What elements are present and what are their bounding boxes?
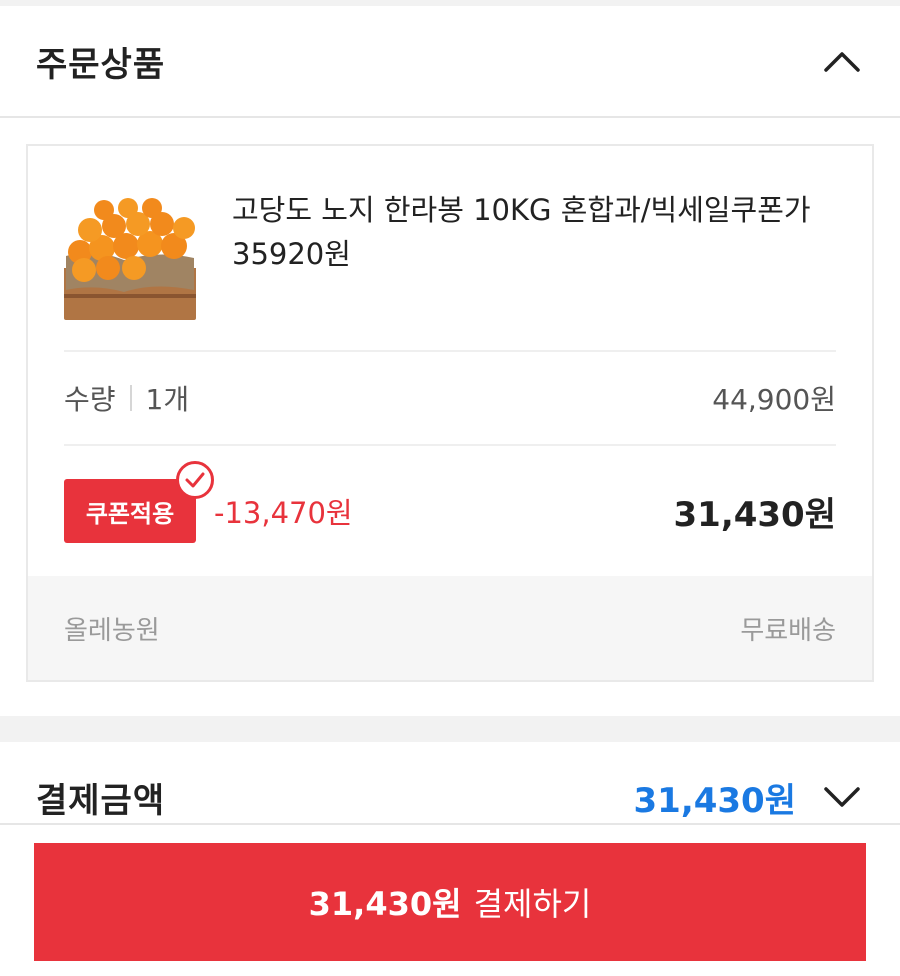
pay-button-amount: 31,430원 <box>308 885 462 923</box>
shipping-info: 무료배송 <box>740 615 836 646</box>
final-price: 31,430원 <box>673 494 836 535</box>
quantity-label: 수량 <box>64 383 116 416</box>
chevron-down-icon[interactable] <box>822 777 862 817</box>
quantity-row: 수량 1개 44,900원 <box>64 352 836 446</box>
check-circle-icon <box>176 461 214 499</box>
order-items-title: 주문상품 <box>36 44 166 85</box>
product-name[interactable]: 고당도 노지 한라봉 10KG 혼합과/빅세일쿠폰가 35920원 <box>232 188 836 320</box>
product-thumbnail[interactable] <box>64 198 196 320</box>
order-items-header[interactable]: 주문상품 <box>0 6 900 118</box>
coupon-applied-label: 쿠폰적용 <box>85 499 175 528</box>
seller-name[interactable]: 올레농원 <box>64 610 160 647</box>
checkout-bar: 31,430원 결제하기 <box>0 823 900 976</box>
payment-amount-title: 결제금액 <box>36 780 166 821</box>
product-card: 고당도 노지 한라봉 10KG 혼합과/빅세일쿠폰가 35920원 수량 1개 … <box>26 144 874 682</box>
coupon-applied-button[interactable]: 쿠폰적용 <box>64 461 214 543</box>
seller-row: 올레농원 무료배송 <box>28 576 872 680</box>
order-items-list: 고당도 노지 한라봉 10KG 혼합과/빅세일쿠폰가 35920원 수량 1개 … <box>0 118 900 716</box>
pay-button-label: 결제하기 <box>473 885 592 923</box>
product-info[interactable]: 고당도 노지 한라봉 10KG 혼합과/빅세일쿠폰가 35920원 <box>64 146 836 352</box>
original-price: 44,900원 <box>712 383 836 416</box>
payment-total: 31,430원 <box>633 780 796 821</box>
quantity-value: 1개 <box>145 383 190 416</box>
chevron-up-icon[interactable] <box>822 41 862 81</box>
section-divider <box>0 716 900 742</box>
pay-button[interactable]: 31,430원 결제하기 <box>34 843 866 961</box>
discount-amount: -13,470원 <box>214 496 353 530</box>
coupon-row: 쿠폰적용 -13,470원 31,430원 <box>64 446 836 576</box>
quantity-separator <box>129 385 132 411</box>
